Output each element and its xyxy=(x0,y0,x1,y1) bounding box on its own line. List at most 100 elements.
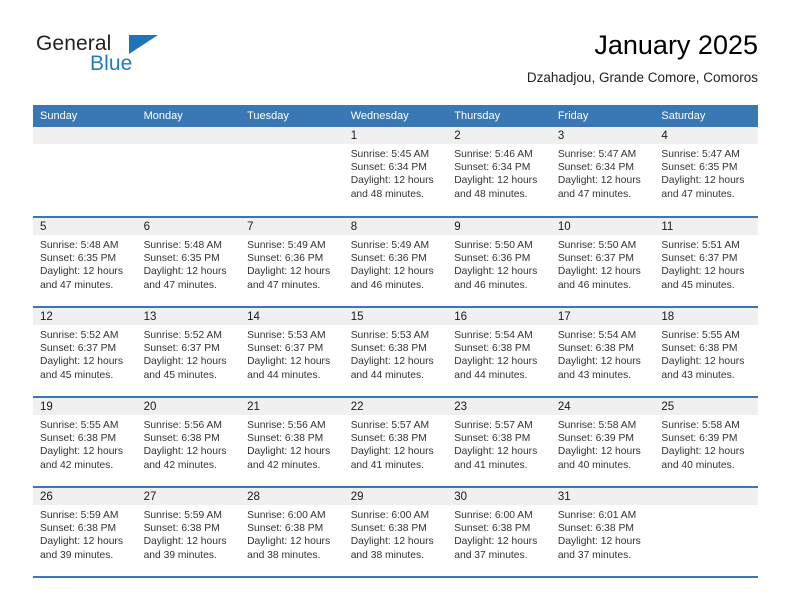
sunset-text: Sunset: 6:35 PM xyxy=(661,162,738,174)
day-details: Sunrise: 5:57 AM Sunset: 6:38 PM Daylight:… xyxy=(447,415,551,472)
sunrise-text: Sunrise: 5:49 AM xyxy=(247,240,326,251)
sunset-text: Sunset: 6:38 PM xyxy=(40,433,117,445)
sunrise-text: Sunrise: 5:58 AM xyxy=(557,420,637,431)
page-title: January 2025 xyxy=(594,30,758,60)
day-number: 16 xyxy=(447,308,551,325)
general-blue-logo[interactable]: General Blue xyxy=(33,32,213,88)
day-details: Sunrise: 5:56 AM Sunset: 6:38 PM Daylight:… xyxy=(240,415,344,472)
day-number xyxy=(240,127,344,144)
logo-text-blue: Blue xyxy=(90,52,133,75)
day-details: Sunrise: 6:00 AM Sunset: 6:38 PM Daylight:… xyxy=(447,505,551,562)
calendar-week-row: 5 Sunrise: 5:48 AM Sunset: 6:35 PM Daylight… xyxy=(33,217,758,308)
day-number: 12 xyxy=(33,308,137,325)
day-details: Sunrise: 5:55 AM Sunset: 6:38 PM Daylight:… xyxy=(654,325,758,382)
calendar-day-cell[interactable]: 19 Sunrise: 5:55 AM Sunset: 6:38 PM Dayligh… xyxy=(33,397,137,488)
calendar-day-cell[interactable]: 17 Sunrise: 5:54 AM Sunset: 6:38 PM Dayligh… xyxy=(550,307,655,398)
day-details: Sunrise: 5:56 AM Sunset: 6:38 PM Daylight:… xyxy=(137,415,241,472)
day-number: 8 xyxy=(343,218,448,235)
day-number: 6 xyxy=(136,218,241,235)
calendar-day-cell[interactable]: 10 Sunrise: 5:50 AM Sunset: 6:37 PM Dayligh… xyxy=(550,217,655,308)
calendar-day-cell[interactable]: 28 Sunrise: 6:00 AM Sunset: 6:38 PM Dayligh… xyxy=(240,487,344,578)
sunset-text: Sunset: 6:38 PM xyxy=(247,523,324,535)
calendar-day-cell[interactable]: 22 Sunrise: 5:57 AM Sunset: 6:38 PM Dayligh… xyxy=(343,397,448,488)
calendar-day-cell[interactable]: 12 Sunrise: 5:52 AM Sunset: 6:37 PM Dayligh… xyxy=(33,307,137,398)
calendar-day-cell[interactable]: 2 Sunrise: 5:46 AM Sunset: 6:34 PM Daylight… xyxy=(447,127,551,218)
daylight-text: Daylight: 12 hours and 46 minutes. xyxy=(557,266,641,291)
daylight-text: Daylight: 12 hours and 42 minutes. xyxy=(40,446,123,471)
calendar-day-cell[interactable]: 1 Sunrise: 5:45 AM Sunset: 6:34 PM Daylight… xyxy=(343,127,448,218)
sunset-text: Sunset: 6:37 PM xyxy=(143,343,220,355)
daylight-text: Daylight: 12 hours and 47 minutes. xyxy=(143,266,227,291)
daylight-text: Daylight: 12 hours and 44 minutes. xyxy=(350,356,434,381)
day-details: Sunrise: 6:01 AM Sunset: 6:38 PM Daylight:… xyxy=(551,505,655,562)
daylight-text: Daylight: 12 hours and 47 minutes. xyxy=(661,175,745,200)
day-number: 19 xyxy=(33,398,137,415)
calendar-day-cell[interactable]: 29 Sunrise: 6:00 AM Sunset: 6:38 PM Dayligh… xyxy=(343,487,448,578)
day-details: Sunrise: 5:48 AM Sunset: 6:35 PM Daylight:… xyxy=(137,235,241,292)
sunrise-text: Sunrise: 5:47 AM xyxy=(661,149,740,160)
calendar-day-cell[interactable]: 4 Sunrise: 5:47 AM Sunset: 6:35 PM Daylight… xyxy=(654,127,758,218)
weekday-header-monday: Monday xyxy=(136,105,241,127)
calendar-day-cell[interactable]: 3 Sunrise: 5:47 AM Sunset: 6:34 PM Daylight… xyxy=(550,127,655,218)
sunset-text: Sunset: 6:35 PM xyxy=(40,253,117,265)
sunset-text: Sunset: 6:38 PM xyxy=(350,523,427,535)
logo-triangle-icon xyxy=(129,35,158,54)
calendar-day-cell[interactable]: 23 Sunrise: 5:57 AM Sunset: 6:38 PM Dayligh… xyxy=(447,397,551,488)
day-details: Sunrise: 5:47 AM Sunset: 6:35 PM Daylight:… xyxy=(654,144,758,201)
daylight-text: Daylight: 12 hours and 47 minutes. xyxy=(40,266,123,291)
day-number: 30 xyxy=(447,488,551,505)
weekday-header-tuesday: Tuesday xyxy=(240,105,344,127)
calendar-day-cell[interactable]: 16 Sunrise: 5:54 AM Sunset: 6:38 PM Dayligh… xyxy=(447,307,551,398)
calendar-day-cell[interactable]: 26 Sunrise: 5:59 AM Sunset: 6:38 PM Dayligh… xyxy=(33,487,137,578)
calendar-day-cell[interactable]: 5 Sunrise: 5:48 AM Sunset: 6:35 PM Daylight… xyxy=(33,217,137,308)
sunrise-text: Sunrise: 5:49 AM xyxy=(350,240,430,251)
calendar-table: Sunday Monday Tuesday Wednesday Thursday… xyxy=(33,105,758,578)
sunrise-text: Sunrise: 5:47 AM xyxy=(557,149,637,160)
calendar-day-cell[interactable]: 14 Sunrise: 5:53 AM Sunset: 6:37 PM Dayligh… xyxy=(240,307,344,398)
page-subtitle: Dzahadjou, Grande Comore, Comoros xyxy=(526,70,758,85)
day-number: 25 xyxy=(654,398,758,415)
calendar-day-cell[interactable]: 7 Sunrise: 5:49 AM Sunset: 6:36 PM Daylight… xyxy=(240,217,344,308)
calendar-day-cell[interactable]: 21 Sunrise: 5:56 AM Sunset: 6:38 PM Dayligh… xyxy=(240,397,344,488)
day-number: 2 xyxy=(447,127,551,144)
day-details: Sunrise: 5:52 AM Sunset: 6:37 PM Daylight:… xyxy=(33,325,137,382)
day-number: 14 xyxy=(240,308,344,325)
sunset-text: Sunset: 6:37 PM xyxy=(557,253,634,265)
sunrise-text: Sunrise: 5:56 AM xyxy=(247,420,326,431)
calendar-page: General Blue January 2025 Dzahadjou, Gra… xyxy=(0,0,792,612)
calendar-day-cell[interactable]: 25 Sunrise: 5:58 AM Sunset: 6:39 PM Dayligh… xyxy=(654,397,758,488)
calendar-day-cell[interactable]: 30 Sunrise: 6:00 AM Sunset: 6:38 PM Dayligh… xyxy=(447,487,551,578)
day-details: Sunrise: 5:55 AM Sunset: 6:38 PM Daylight:… xyxy=(33,415,137,472)
day-number: 17 xyxy=(550,308,655,325)
day-details: Sunrise: 5:59 AM Sunset: 6:38 PM Daylight:… xyxy=(33,505,137,562)
daylight-text: Daylight: 12 hours and 42 minutes. xyxy=(143,446,227,471)
calendar-day-cell[interactable]: 15 Sunrise: 5:53 AM Sunset: 6:38 PM Dayligh… xyxy=(343,307,448,398)
sunrise-text: Sunrise: 5:53 AM xyxy=(350,330,430,341)
calendar-day-cell[interactable]: 11 Sunrise: 5:51 AM Sunset: 6:37 PM Dayligh… xyxy=(654,217,758,308)
calendar-day-cell[interactable]: 8 Sunrise: 5:49 AM Sunset: 6:36 PM Daylight… xyxy=(343,217,448,308)
day-details: Sunrise: 5:53 AM Sunset: 6:38 PM Daylight:… xyxy=(344,325,448,382)
calendar-day-cell[interactable]: 27 Sunrise: 5:59 AM Sunset: 6:38 PM Dayligh… xyxy=(136,487,241,578)
day-number: 29 xyxy=(343,488,448,505)
calendar-day-cell[interactable]: 18 Sunrise: 5:55 AM Sunset: 6:38 PM Dayligh… xyxy=(654,307,758,398)
sunset-text: Sunset: 6:37 PM xyxy=(661,253,738,265)
day-number: 5 xyxy=(33,218,137,235)
calendar-day-cell[interactable]: 6 Sunrise: 5:48 AM Sunset: 6:35 PM Daylight… xyxy=(136,217,241,308)
sunset-text: Sunset: 6:34 PM xyxy=(350,162,427,174)
sunset-text: Sunset: 6:38 PM xyxy=(350,433,427,445)
calendar-day-cell[interactable]: 13 Sunrise: 5:52 AM Sunset: 6:37 PM Dayligh… xyxy=(136,307,241,398)
calendar-day-cell[interactable]: 24 Sunrise: 5:58 AM Sunset: 6:39 PM Dayligh… xyxy=(550,397,655,488)
day-number: 11 xyxy=(654,218,758,235)
daylight-text: Daylight: 12 hours and 37 minutes. xyxy=(454,536,538,561)
calendar-day-cell[interactable]: 20 Sunrise: 5:56 AM Sunset: 6:38 PM Dayligh… xyxy=(136,397,241,488)
day-details: Sunrise: 5:46 AM Sunset: 6:34 PM Daylight:… xyxy=(447,144,551,201)
sunset-text: Sunset: 6:38 PM xyxy=(247,433,324,445)
sunrise-text: Sunrise: 5:57 AM xyxy=(350,420,430,431)
calendar-day-cell[interactable]: 9 Sunrise: 5:50 AM Sunset: 6:36 PM Daylight… xyxy=(447,217,551,308)
day-number: 4 xyxy=(654,127,758,144)
daylight-text: Daylight: 12 hours and 37 minutes. xyxy=(557,536,641,561)
day-details: Sunrise: 6:00 AM Sunset: 6:38 PM Daylight:… xyxy=(344,505,448,562)
calendar-day-cell[interactable]: 31 Sunrise: 6:01 AM Sunset: 6:38 PM Dayligh… xyxy=(550,487,655,578)
sunrise-text: Sunrise: 5:53 AM xyxy=(247,330,326,341)
day-number xyxy=(136,127,241,144)
